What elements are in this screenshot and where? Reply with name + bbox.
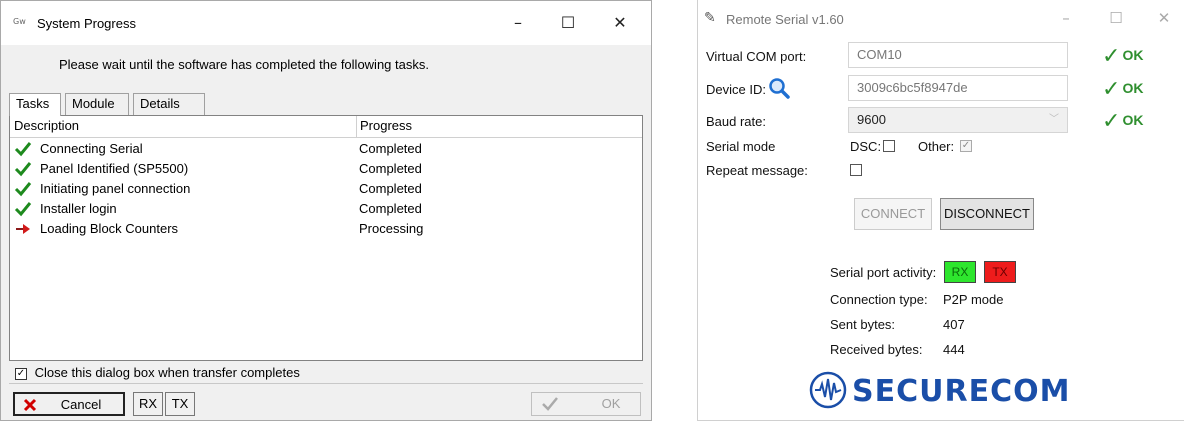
device-id-status: ✓ OK [1102, 77, 1143, 102]
task-description: Connecting Serial [40, 141, 143, 156]
app-icon: Gw [13, 17, 26, 26]
column-header-progress[interactable]: Progress [360, 118, 412, 133]
table-row[interactable]: Panel Identified (SP5500) Completed [10, 159, 642, 179]
close-when-complete-option[interactable]: ✓ Close this dialog box when transfer co… [15, 365, 300, 380]
minimize-button[interactable]: – [503, 9, 533, 37]
search-icon[interactable] [768, 77, 790, 99]
status-ok-text: OK [1122, 112, 1144, 129]
column-header-description[interactable]: Description [14, 118, 79, 133]
instruction-message: Please wait until the software has compl… [59, 57, 429, 72]
other-label: Other: [918, 139, 955, 154]
column-divider[interactable] [356, 116, 357, 137]
securecom-logo: SECURECOM [808, 370, 1078, 410]
window-title: Remote Serial v1.60 [726, 12, 844, 27]
close-when-complete-label: Close this dialog box when transfer comp… [34, 365, 300, 380]
cancel-label: Cancel [60, 397, 102, 412]
connection-type-label: Connection type: [830, 292, 928, 307]
tab-module[interactable]: Module [65, 93, 129, 115]
connect-button[interactable]: CONNECT [854, 198, 932, 230]
tx-button[interactable]: TX [165, 392, 195, 416]
tab-tasks[interactable]: Tasks [9, 93, 61, 116]
rx-indicator: RX [944, 261, 976, 283]
task-progress: Completed [359, 201, 422, 216]
device-id-label: Device ID: [706, 82, 766, 97]
table-row[interactable]: Initiating panel connection Completed [10, 179, 642, 199]
ok-label: OK [601, 396, 621, 411]
close-button[interactable]: ✕ [1150, 6, 1178, 30]
check-icon: ✓ [1102, 44, 1121, 69]
baud-rate-label: Baud rate: [706, 114, 766, 129]
check-icon [542, 397, 558, 411]
logo-text: SECURECOM [852, 374, 1071, 409]
table-row[interactable]: Connecting Serial Completed [10, 139, 642, 159]
tx-indicator: TX [984, 261, 1016, 283]
remote-serial-window: ✎ Remote Serial v1.60 – ☐ ✕ Virtual COM … [697, 0, 1184, 421]
ok-button[interactable]: OK [531, 392, 641, 416]
check-icon [14, 162, 32, 177]
rx-button[interactable]: RX [133, 392, 163, 416]
cancel-button[interactable]: Cancel [13, 392, 125, 416]
dsc-checkbox[interactable] [883, 140, 895, 152]
received-bytes-value: 444 [943, 342, 965, 357]
waveform-logo-icon [809, 371, 847, 409]
dsc-label: DSC: [850, 139, 882, 154]
com-port-status: ✓ OK [1102, 44, 1143, 69]
title-bar: Gw System Progress – ☐ ✕ [1, 1, 651, 45]
check-icon [14, 202, 32, 217]
baud-rate-status: ✓ OK [1102, 109, 1143, 134]
maximize-button[interactable]: ☐ [553, 9, 583, 37]
task-description: Loading Block Counters [40, 221, 179, 236]
task-progress: Completed [359, 161, 422, 176]
sent-bytes-label: Sent bytes: [830, 317, 896, 332]
connection-type-value: P2P mode [943, 292, 1004, 307]
minimize-button[interactable]: – [1052, 6, 1080, 30]
arrow-right-icon [16, 224, 30, 234]
task-description: Installer login [40, 201, 117, 216]
baud-rate-select[interactable]: 9600 ﹀ [848, 107, 1068, 133]
close-button[interactable]: ✕ [605, 9, 635, 37]
task-description: Panel Identified (SP5500) [40, 161, 189, 176]
divider [9, 383, 643, 384]
status-ok-text: OK [1122, 47, 1144, 64]
serial-port-activity-label: Serial port activity: [830, 265, 937, 280]
check-icon: ✓ [1102, 77, 1121, 102]
task-progress: Completed [359, 181, 422, 196]
check-icon [14, 182, 32, 197]
x-icon [23, 398, 37, 412]
list-header: Description Progress [10, 116, 642, 138]
received-bytes-label: Received bytes: [830, 342, 923, 357]
baud-rate-value: 9600 [857, 112, 886, 127]
window-title: System Progress [37, 16, 136, 31]
check-icon [14, 142, 32, 157]
disconnect-button[interactable]: DISCONNECT [940, 198, 1034, 230]
task-description: Initiating panel connection [40, 181, 191, 196]
virtual-com-port-label: Virtual COM port: [706, 49, 807, 64]
virtual-com-port-field[interactable]: COM10 [848, 42, 1068, 68]
serial-mode-label: Serial mode [706, 139, 776, 154]
sent-bytes-value: 407 [943, 317, 965, 332]
app-icon: ✎ [704, 10, 716, 26]
other-checkbox[interactable]: ✓ [960, 140, 972, 152]
tab-details[interactable]: Details [133, 93, 205, 115]
table-row[interactable]: Loading Block Counters Processing [10, 219, 642, 239]
repeat-message-checkbox[interactable] [850, 164, 862, 176]
system-progress-window: Gw System Progress – ☐ ✕ Please wait unt… [0, 0, 652, 421]
repeat-message-label: Repeat message: [706, 163, 808, 178]
chevron-down-icon: ﹀ [1049, 114, 1059, 125]
task-progress: Processing [359, 221, 424, 236]
task-list: Description Progress Connecting Serial C… [9, 115, 643, 361]
task-progress: Completed [359, 141, 422, 156]
device-id-field[interactable]: 3009c6bc5f8947de [848, 75, 1068, 101]
check-icon: ✓ [1102, 109, 1121, 134]
table-row[interactable]: Installer login Completed [10, 199, 642, 219]
close-when-complete-checkbox[interactable]: ✓ [15, 367, 27, 380]
maximize-button[interactable]: ☐ [1102, 6, 1130, 30]
status-ok-text: OK [1122, 80, 1144, 97]
